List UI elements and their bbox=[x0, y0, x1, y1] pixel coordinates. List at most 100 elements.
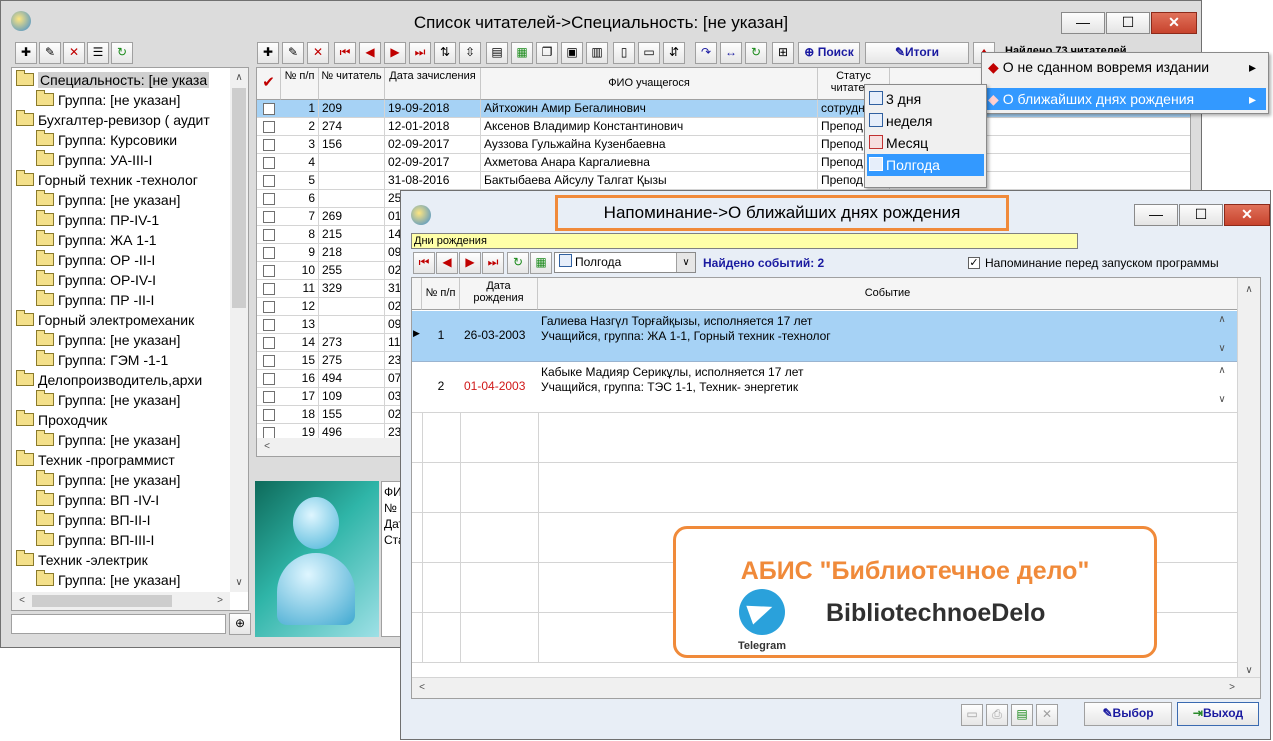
column-number[interactable]: № п/п bbox=[281, 68, 319, 100]
delete-icon[interactable]: ✕ bbox=[63, 42, 85, 64]
row-checkbox[interactable] bbox=[263, 193, 275, 205]
maximize-button[interactable]: ☐ bbox=[1179, 204, 1223, 226]
specialty-tree[interactable]: Специальность: [не указа Группа: [не указ… bbox=[11, 67, 249, 611]
first-record-icon[interactable]: ⏮ bbox=[413, 252, 435, 274]
tree-node-group[interactable]: Группа: [не указан] bbox=[36, 430, 180, 450]
tree-node-specialty[interactable]: Делопроизводитель,архи bbox=[16, 370, 202, 390]
row-checkbox[interactable] bbox=[263, 373, 275, 385]
chevron-down-icon[interactable]: ∨ bbox=[676, 253, 695, 272]
book-icon[interactable]: ▤ bbox=[1011, 704, 1033, 726]
row-checkbox[interactable] bbox=[263, 283, 275, 295]
add-icon[interactable]: ✚ bbox=[257, 42, 279, 64]
excel-icon[interactable]: ▦ bbox=[530, 252, 552, 274]
tree-node-group[interactable]: Группа: [не указан] bbox=[36, 570, 180, 590]
edit-icon[interactable]: ✎ bbox=[282, 42, 304, 64]
cell-scroll-down[interactable]: ∨ bbox=[1214, 394, 1230, 405]
period-week[interactable]: неделя bbox=[867, 110, 984, 132]
tree-vscrollbar[interactable]: ∧ ∨ bbox=[230, 68, 248, 592]
row-checkbox[interactable] bbox=[263, 337, 275, 349]
first-record-icon[interactable]: ⏮ bbox=[334, 42, 356, 64]
clear-icon[interactable]: ✕ bbox=[1036, 704, 1058, 726]
period-3-days[interactable]: 3 дня bbox=[867, 88, 984, 110]
document-icon[interactable]: ▭ bbox=[638, 42, 660, 64]
refresh-icon[interactable]: ↻ bbox=[111, 42, 133, 64]
minimize-button[interactable]: — bbox=[1134, 204, 1178, 226]
tree-node-group[interactable]: Группа: [не указан] bbox=[36, 190, 180, 210]
tree-node-group[interactable]: Группа: ВП-III-I bbox=[36, 530, 154, 550]
list-icon[interactable]: ▥ bbox=[586, 42, 608, 64]
fit-width-icon[interactable]: ↔ bbox=[720, 42, 742, 64]
sort-az-icon[interactable]: ⇵ bbox=[663, 42, 685, 64]
tree-node-group[interactable]: Группа: ВП -IV-I bbox=[36, 490, 159, 510]
remind-on-start-checkbox[interactable]: ✓ bbox=[968, 257, 980, 269]
period-month[interactable]: Месяц bbox=[867, 132, 984, 154]
tree-node-group[interactable]: Группа: Курсовики bbox=[36, 130, 177, 150]
search-button[interactable]: ⊕ Поиск bbox=[798, 42, 860, 64]
last-record-icon[interactable]: ⏭ bbox=[409, 42, 431, 64]
period-half-year[interactable]: Полгода bbox=[867, 154, 984, 176]
tree-node-specialty[interactable]: Горный электромеханик bbox=[16, 310, 194, 330]
tree-node-specialty[interactable]: Специальность: [не указа bbox=[16, 70, 210, 90]
row-checkbox[interactable] bbox=[263, 139, 275, 151]
cell-scroll-up[interactable]: ∧ bbox=[1214, 314, 1230, 325]
maximize-button[interactable]: ☐ bbox=[1106, 12, 1150, 34]
menu-item-birthdays[interactable]: ◆ О ближайших днях рождения ▸ bbox=[984, 88, 1266, 110]
menu-item-overdue[interactable]: ◆ О не сданном вовремя издании ▸ bbox=[984, 56, 1266, 78]
preview-icon[interactable]: ▭ bbox=[961, 704, 983, 726]
barcode-icon[interactable]: ▯ bbox=[613, 42, 635, 64]
prev-record-icon[interactable]: ◀ bbox=[436, 252, 458, 274]
table-row[interactable]: 5 31-08-2016 Бактыбаева Айсулу Талгат Қызы… bbox=[257, 172, 1190, 190]
row-checkbox[interactable] bbox=[263, 355, 275, 367]
row-checkbox[interactable] bbox=[263, 265, 275, 277]
tree-search-input[interactable] bbox=[11, 614, 226, 634]
event-row[interactable]: ▶ 1 26-03-2003 Галиева Назгүл Торғайқызы… bbox=[412, 311, 1238, 362]
tree-node-group[interactable]: Группа: [не указан] bbox=[36, 470, 180, 490]
row-checkbox[interactable] bbox=[263, 409, 275, 421]
tree-icon[interactable]: ☰ bbox=[87, 42, 109, 64]
event-row[interactable]: 2 01-04-2003 Кабыке Мадияр Серикұлы, исп… bbox=[412, 362, 1238, 413]
row-checkbox[interactable] bbox=[263, 211, 275, 223]
move-icon[interactable]: ⇳ bbox=[459, 42, 481, 64]
column-name[interactable]: ФИО учащегося bbox=[481, 68, 818, 100]
paste-icon[interactable]: ▣ bbox=[561, 42, 583, 64]
tree-node-specialty[interactable]: Проходчик bbox=[16, 410, 107, 430]
tree-node-specialty[interactable]: Бухгалтер-ревизор ( аудит bbox=[16, 110, 210, 130]
tree-node-specialty[interactable]: Горный техник -технолог bbox=[16, 170, 198, 190]
row-checkbox[interactable] bbox=[263, 229, 275, 241]
column-card[interactable]: № читатель bbox=[319, 68, 385, 100]
tree-node-group[interactable]: Группа: [не указан] bbox=[36, 390, 180, 410]
table-row[interactable]: 4 02-09-2017 Ахметова Анара Каргалиевна Пре… bbox=[257, 154, 1190, 172]
events-vscrollbar[interactable]: ∧ ∨ bbox=[1237, 278, 1260, 680]
print-icon[interactable]: ⎙ bbox=[986, 704, 1008, 726]
table-row[interactable]: 3 156 02-09-2017 Ауззова Гульжайна Кузенбае… bbox=[257, 136, 1190, 154]
last-record-icon[interactable]: ⏭ bbox=[482, 252, 504, 274]
row-checkbox[interactable] bbox=[263, 301, 275, 313]
refresh-icon[interactable]: ↻ bbox=[507, 252, 529, 274]
tree-node-group[interactable]: Группа: ОР-IV-I bbox=[36, 270, 156, 290]
delete-icon[interactable]: ✕ bbox=[307, 42, 329, 64]
row-checkbox[interactable] bbox=[263, 247, 275, 259]
column-birth-date[interactable]: Дата рождения bbox=[460, 278, 538, 310]
table-row[interactable]: 2 274 12-01-2018 Аксенов Владимир Константи… bbox=[257, 118, 1190, 136]
tree-node-group[interactable]: Группа: [не указан] bbox=[36, 90, 180, 110]
period-select[interactable]: Полгода ∨ bbox=[554, 252, 696, 273]
redo-icon[interactable]: ↷ bbox=[695, 42, 717, 64]
exit-button[interactable]: ⇥Выход bbox=[1177, 702, 1259, 726]
row-checkbox[interactable] bbox=[263, 391, 275, 403]
tree-node-group[interactable]: Группа: ПР -II-I bbox=[36, 290, 154, 310]
events-hscrollbar[interactable]: < > bbox=[412, 677, 1260, 698]
totals-button[interactable]: ✎Итоги bbox=[865, 42, 969, 64]
cell-scroll-down[interactable]: ∨ bbox=[1214, 343, 1230, 354]
tree-node-group[interactable]: Группа: ГЭМ -1-1 bbox=[36, 350, 168, 370]
refresh-icon[interactable]: ↻ bbox=[745, 42, 767, 64]
column-date[interactable]: Дата зачисления bbox=[385, 68, 481, 100]
add-icon[interactable]: ✚ bbox=[15, 42, 37, 64]
tree-node-group[interactable]: Группа: ОР -II-I bbox=[36, 250, 155, 270]
prev-record-icon[interactable]: ◀ bbox=[359, 42, 381, 64]
tree-hscrollbar[interactable]: < > bbox=[12, 592, 230, 610]
edit-icon[interactable]: ✎ bbox=[39, 42, 61, 64]
row-checkbox[interactable] bbox=[263, 319, 275, 331]
tree-node-specialty[interactable]: Техник -программист bbox=[16, 450, 175, 470]
next-record-icon[interactable]: ▶ bbox=[384, 42, 406, 64]
column-event[interactable]: Событие bbox=[538, 278, 1238, 310]
